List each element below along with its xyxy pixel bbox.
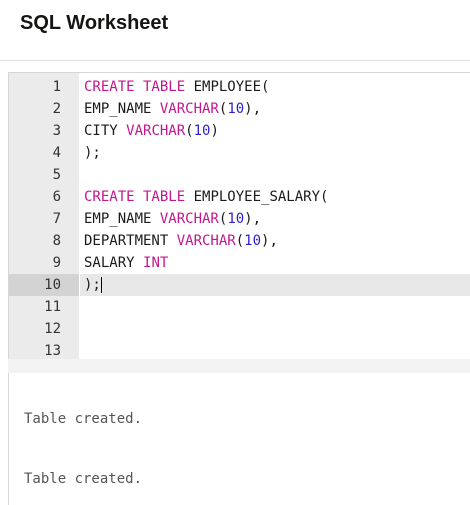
page-title: SQL Worksheet xyxy=(20,12,169,34)
sql-keyword: CREATE TABLE xyxy=(84,189,186,205)
sql-text: DEPARTMENT xyxy=(84,233,177,249)
sql-text: CITY xyxy=(84,123,127,139)
sql-text: SALARY xyxy=(84,255,144,271)
sql-keyword: VARCHAR xyxy=(159,101,219,117)
sql-keyword: VARCHAR xyxy=(176,233,236,249)
line-number: 5 xyxy=(52,167,61,183)
code-line[interactable]: 1 CREATE TABLE EMPLOYEE( xyxy=(9,76,470,98)
code-text[interactable]: EMP_NAME VARCHAR(10), xyxy=(80,98,470,120)
line-number: 6 xyxy=(52,189,61,205)
line-number: 12 xyxy=(44,321,61,337)
code-text[interactable]: ); xyxy=(80,274,470,296)
worksheet-header: SQL Worksheet xyxy=(0,0,470,61)
sql-text: EMPLOYEE( xyxy=(185,79,270,95)
sql-keyword: CREATE TABLE xyxy=(84,79,186,95)
code-text[interactable]: CREATE TABLE EMPLOYEE( xyxy=(80,76,470,98)
code-line[interactable]: 11 xyxy=(9,296,470,318)
code-text[interactable]: ); xyxy=(80,142,470,164)
line-number: 7 xyxy=(52,211,61,227)
line-number: 2 xyxy=(52,101,61,117)
sql-text: ), xyxy=(244,101,262,117)
line-number: 13 xyxy=(44,343,61,359)
code-text[interactable] xyxy=(80,296,470,318)
sql-text: ), xyxy=(261,233,278,249)
code-text[interactable]: DEPARTMENT VARCHAR(10), xyxy=(80,230,470,252)
code-line[interactable]: 10); xyxy=(9,274,470,296)
code-line[interactable]: 5 xyxy=(9,164,470,186)
line-number: 8 xyxy=(52,233,61,249)
line-number: 3 xyxy=(52,123,61,139)
line-number: 4 xyxy=(52,145,61,161)
sql-text: ); xyxy=(84,145,101,161)
script-output-panel: Table created. Table created. xyxy=(8,373,470,505)
sql-text: ( xyxy=(235,233,245,249)
code-text[interactable]: SALARY INT xyxy=(80,252,470,274)
sql-editor[interactable]: 1 CREATE TABLE EMPLOYEE( 2 EMP_NAME VARCHAR… xyxy=(8,72,470,360)
sql-number: 10 xyxy=(244,233,262,249)
code-line[interactable]: 3 CITY VARCHAR(10) xyxy=(9,120,470,142)
code-line[interactable]: 8 DEPARTMENT VARCHAR(10), xyxy=(9,230,470,252)
sql-keyword: VARCHAR xyxy=(126,123,186,139)
line-number: 11 xyxy=(44,299,61,315)
line-number: 1 xyxy=(52,79,61,95)
code-line[interactable]: 7 EMP_NAME VARCHAR(10), xyxy=(9,208,470,230)
code-text[interactable]: CITY VARCHAR(10) xyxy=(80,120,470,142)
sql-text: ) xyxy=(210,123,219,139)
text-cursor xyxy=(100,277,102,293)
code-line[interactable]: 6 CREATE TABLE EMPLOYEE_SALARY( xyxy=(9,186,470,208)
sql-text: EMP_NAME xyxy=(84,211,160,227)
output-message: Table created. xyxy=(24,411,143,427)
code-text[interactable] xyxy=(80,340,470,359)
sql-keyword: INT xyxy=(143,255,169,271)
sql-text: ); xyxy=(84,277,101,293)
line-number: 10 xyxy=(9,274,79,296)
code-text[interactable]: EMP_NAME VARCHAR(10), xyxy=(80,208,470,230)
code-line[interactable]: 4); xyxy=(9,142,470,164)
sql-text: EMP_NAME xyxy=(84,101,160,117)
code-line[interactable]: 12 xyxy=(9,318,470,340)
sql-number: 10 xyxy=(227,211,245,227)
code-text[interactable] xyxy=(80,318,470,340)
code-lines[interactable]: 1 CREATE TABLE EMPLOYEE( 2 EMP_NAME VARCHAR… xyxy=(9,76,470,359)
sql-keyword: VARCHAR xyxy=(159,211,219,227)
sql-text: EMPLOYEE_SALARY( xyxy=(185,189,329,205)
code-line[interactable]: 2 EMP_NAME VARCHAR(10), xyxy=(9,98,470,120)
editor-output-divider[interactable] xyxy=(8,359,470,373)
sql-number: 10 xyxy=(227,101,245,117)
output-message: Table created. xyxy=(24,471,143,487)
code-text[interactable] xyxy=(80,164,470,186)
code-line[interactable]: 13 xyxy=(9,340,470,359)
sql-text: ), xyxy=(244,211,262,227)
code-line[interactable]: 9 SALARY INT xyxy=(9,252,470,274)
sql-number: 10 xyxy=(193,123,211,139)
line-number: 9 xyxy=(52,255,61,271)
code-text[interactable]: CREATE TABLE EMPLOYEE_SALARY( xyxy=(80,186,470,208)
sql-text: ( xyxy=(185,123,194,139)
